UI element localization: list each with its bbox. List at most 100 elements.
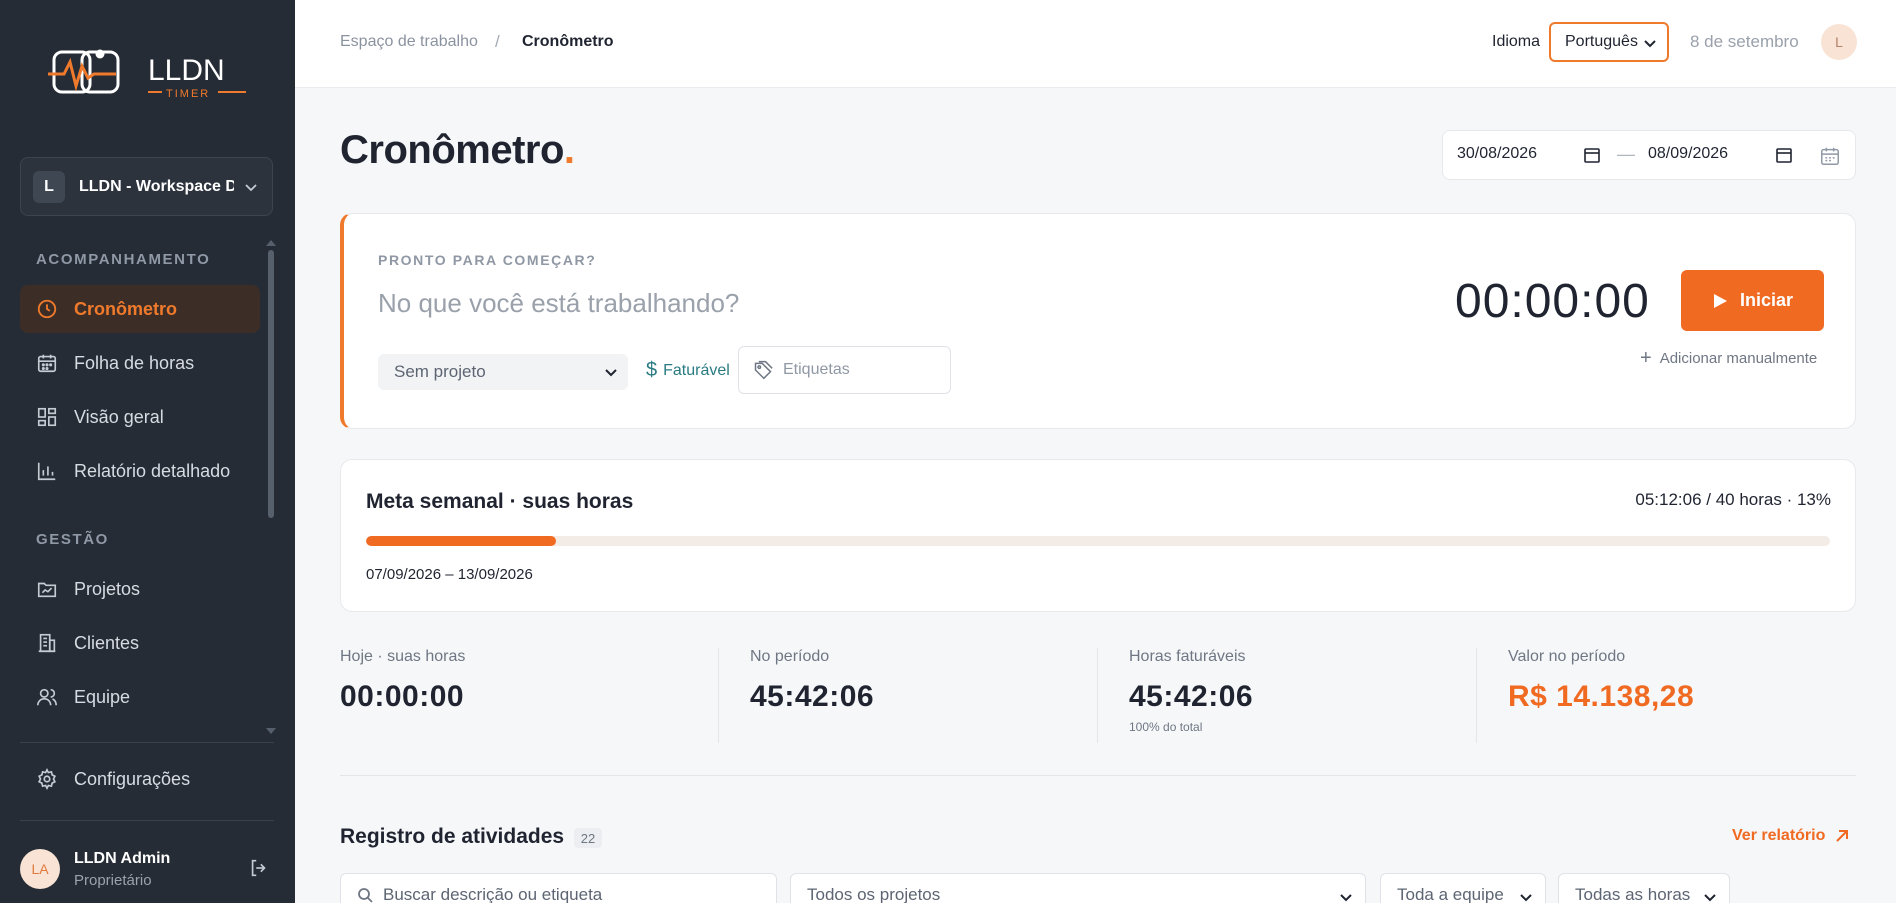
stat-label: Valor no período <box>1508 648 1626 665</box>
building-icon <box>38 633 56 653</box>
chevron-down-icon <box>1520 894 1532 902</box>
clock-icon <box>37 299 57 319</box>
chevron-down-icon <box>1340 894 1352 902</box>
project-filter-value: Todos os projetos <box>807 885 941 903</box>
avatar: LA <box>20 849 60 889</box>
view-report-label: Ver relatório <box>1732 827 1826 844</box>
calendar-icon <box>37 354 57 373</box>
user-profile[interactable]: LA LLDN Admin Proprietário <box>20 845 274 893</box>
dollar-icon: $ <box>646 359 658 381</box>
team-filter-value: Toda a equipe <box>1397 885 1504 903</box>
user-name: LLDN Admin <box>74 849 171 867</box>
divider <box>20 820 274 821</box>
stat-value: 45:42:06 <box>750 680 875 713</box>
divider <box>20 742 274 743</box>
timer-card: PRONTO PARA COMEÇAR? No que você está tr… <box>340 213 1856 429</box>
scrollbar-up-arrow[interactable] <box>266 240 276 246</box>
language-label: Idioma <box>1492 33 1541 50</box>
sidebar-item-label: Clientes <box>74 632 140 653</box>
activity-log-title: Registro de atividades <box>340 825 565 848</box>
calendar-icon[interactable] <box>1583 146 1601 164</box>
sidebar-item-visao-geral[interactable]: Visão geral <box>20 393 260 441</box>
sidebar-item-relatorio-detalhado[interactable]: Relatório detalhado <box>20 447 260 495</box>
logout-icon[interactable] <box>248 857 270 879</box>
sidebar-item-equipe[interactable]: Equipe <box>20 673 260 721</box>
activity-search-input[interactable]: Buscar descrição ou etiqueta <box>340 873 777 903</box>
calendar-icon[interactable] <box>1819 145 1841 167</box>
project-select[interactable]: Sem projeto <box>378 354 628 390</box>
stat-today: Hoje · suas horas 00:00:00 <box>340 648 720 742</box>
svg-text:TIMER: TIMER <box>166 88 210 100</box>
add-manual-button[interactable]: + Adicionar manualmente <box>1640 347 1817 370</box>
team-filter-select[interactable]: Toda a equipe <box>1380 873 1546 903</box>
tags-input[interactable]: Etiquetas <box>738 346 951 394</box>
chevron-down-icon <box>1644 40 1656 48</box>
stat-billable-hours: Horas faturáveis 45:42:06 100% do total <box>1129 648 1509 742</box>
goal-title: Meta semanal · suas horas <box>366 490 634 513</box>
stat-value: R$ 14.138,28 <box>1508 680 1695 713</box>
users-icon <box>37 688 57 706</box>
search-icon <box>358 888 373 903</box>
start-button-label: Iniciar <box>1739 290 1794 310</box>
breadcrumb-current: Cronômetro <box>522 33 614 50</box>
page-title: Cronômetro. <box>340 128 575 172</box>
sidebar-item-configuracoes[interactable]: Configurações <box>20 755 260 803</box>
calendar-icon[interactable] <box>1775 146 1793 164</box>
sidebar: LLDN TIMER L LLDN - Workspace De ACOMPAN… <box>0 0 295 903</box>
search-placeholder: Buscar descrição ou etiqueta <box>383 885 603 903</box>
range-end-input[interactable]: 08/09/2026 <box>1648 145 1728 163</box>
workspace-badge: L <box>33 170 65 203</box>
billable-toggle[interactable]: $ Faturável <box>646 359 730 382</box>
date-range-picker: 30/08/2026 — 08/09/2026 <box>1442 130 1856 180</box>
tag-icon <box>754 360 773 380</box>
sidebar-item-label: Cronômetro <box>74 298 177 319</box>
range-start-input[interactable]: 30/08/2026 <box>1457 145 1537 163</box>
view-report-link[interactable]: Ver relatório <box>1732 827 1849 845</box>
sidebar-scrollbar[interactable] <box>268 250 274 518</box>
stat-value: 00:00:00 <box>340 680 465 713</box>
sidebar-item-label: Configurações <box>74 768 191 789</box>
lldn-timer-logo[interactable]: LLDN TIMER <box>46 44 251 104</box>
user-role: Proprietário <box>74 871 152 889</box>
section-title-management: GESTÃO <box>36 531 109 548</box>
sidebar-item-cronometro[interactable]: Cronômetro <box>20 285 260 333</box>
chevron-down-icon <box>1704 894 1716 902</box>
breadcrumb-workspace[interactable]: Espaço de trabalho <box>340 33 478 51</box>
bar-chart-icon <box>37 462 56 481</box>
goal-progress-fill <box>366 536 557 546</box>
stat-value: 45:42:06 <box>1129 680 1254 713</box>
play-icon <box>1713 293 1727 308</box>
stat-label: Horas faturáveis <box>1129 648 1246 665</box>
goal-value: 05:12:06 / 40 horas · 13% <box>1635 490 1831 509</box>
workspace-switcher[interactable]: L LLDN - Workspace De <box>20 157 273 216</box>
language-select[interactable]: Português <box>1549 22 1669 62</box>
sidebar-item-clientes[interactable]: Clientes <box>20 619 260 667</box>
stat-period-value: Valor no período R$ 14.138,28 <box>1508 648 1888 742</box>
grid-icon <box>37 407 57 427</box>
svg-text:LLDN: LLDN <box>148 54 225 87</box>
divider <box>1097 648 1098 743</box>
goal-progress-bar <box>366 536 1830 546</box>
chevron-down-icon <box>245 183 257 191</box>
billable-label: Faturável <box>663 361 730 379</box>
current-date: 8 de setembro <box>1690 32 1799 51</box>
folder-chart-icon <box>37 582 57 598</box>
chevron-down-icon <box>605 369 617 377</box>
sidebar-item-label: Relatório detalhado <box>74 460 231 481</box>
breadcrumb-separator: / <box>495 32 500 51</box>
hours-filter-select[interactable]: Todas as horas <box>1558 873 1730 903</box>
start-timer-button[interactable]: Iniciar <box>1681 270 1824 331</box>
tags-placeholder: Etiquetas <box>783 361 850 378</box>
sidebar-item-folha-de-horas[interactable]: Folha de horas <box>20 339 260 387</box>
sidebar-item-label: Folha de horas <box>74 352 195 373</box>
goal-date-range: 07/09/2026 – 13/09/2026 <box>366 566 533 583</box>
divider <box>340 775 1856 776</box>
project-filter-select[interactable]: Todos os projetos <box>790 873 1366 903</box>
stat-period: No período 45:42:06 <box>750 648 1130 742</box>
scrollbar-down-arrow[interactable] <box>266 728 276 734</box>
avatar[interactable]: L <box>1821 24 1857 60</box>
arrow-up-right-icon <box>1836 830 1849 842</box>
sidebar-item-projetos[interactable]: Projetos <box>20 565 260 613</box>
sidebar-item-label: Visão geral <box>74 406 164 427</box>
task-description-input[interactable]: No que você está trabalhando? <box>378 288 739 319</box>
